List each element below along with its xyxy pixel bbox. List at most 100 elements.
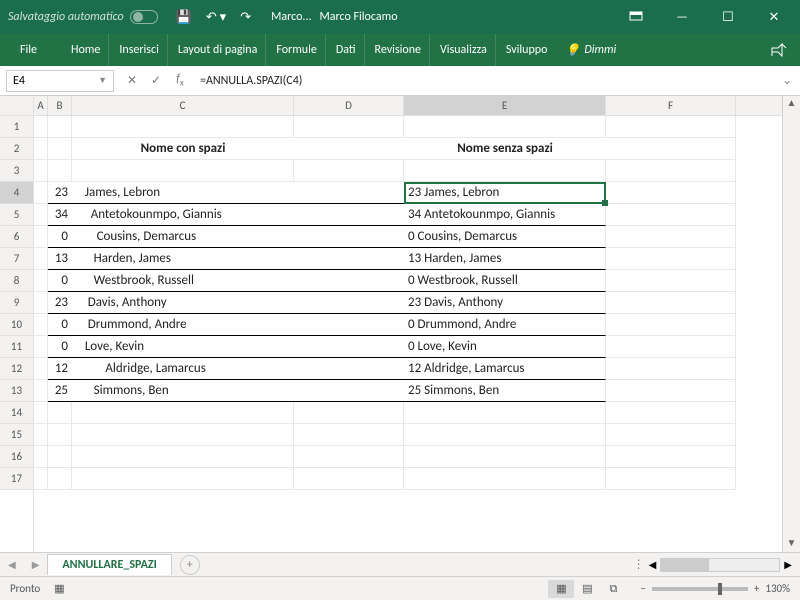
- vertical-scrollbar[interactable]: ▲ ▼: [782, 96, 800, 552]
- cell-E9[interactable]: 23 Davis, Anthony: [404, 292, 606, 314]
- cell-A9[interactable]: [34, 292, 48, 314]
- zoom-out-icon[interactable]: −: [640, 582, 645, 595]
- cell-C1[interactable]: [72, 116, 294, 138]
- col-header-B[interactable]: B: [48, 96, 72, 115]
- cell-F17[interactable]: [606, 468, 736, 490]
- column-headers[interactable]: ABCDEF: [34, 96, 782, 116]
- cell-E11[interactable]: 0 Love, Kevin: [404, 336, 606, 358]
- view-normal-icon[interactable]: ▦: [548, 580, 574, 598]
- horizontal-scrollbar[interactable]: ⋮ ◀ ▶: [633, 557, 800, 572]
- cell-A12[interactable]: [34, 358, 48, 380]
- tab-inserisci[interactable]: Inserisci: [111, 34, 167, 66]
- cell-A13[interactable]: [34, 380, 48, 402]
- cell-A4[interactable]: [34, 182, 48, 204]
- minimize-icon[interactable]: —: [664, 4, 700, 30]
- cell-A1[interactable]: [34, 116, 48, 138]
- row-header-14[interactable]: 14: [0, 402, 33, 424]
- row-header-4[interactable]: 4: [0, 182, 33, 204]
- scroll-up-icon[interactable]: ▲: [783, 96, 800, 112]
- cell-C13[interactable]: Simmons, Ben: [72, 380, 294, 402]
- cell-E3[interactable]: [404, 160, 606, 182]
- cell-A15[interactable]: [34, 424, 48, 446]
- col-header-D[interactable]: D: [294, 96, 404, 115]
- macro-rec-icon[interactable]: ▦: [54, 582, 64, 595]
- cell-E8[interactable]: 0 Westbrook, Russell: [404, 270, 606, 292]
- cell-B4[interactable]: 23: [48, 182, 72, 204]
- tab-dati[interactable]: Dati: [328, 34, 365, 66]
- scroll-down-icon[interactable]: ▼: [783, 536, 800, 552]
- cell-F8[interactable]: [606, 270, 736, 292]
- cell-E10[interactable]: 0 Drummond, Andre: [404, 314, 606, 336]
- tab-nav-prev-icon[interactable]: ◀: [0, 558, 24, 571]
- cell-D12[interactable]: [294, 358, 404, 380]
- cell-A10[interactable]: [34, 314, 48, 336]
- cell-D11[interactable]: [294, 336, 404, 358]
- cell-A11[interactable]: [34, 336, 48, 358]
- cells-area[interactable]: Nome con spazi Nome senza spazi 23 James, …: [34, 116, 782, 490]
- col-header-E[interactable]: E: [404, 96, 606, 115]
- fx-icon[interactable]: fx: [168, 72, 192, 88]
- cell-C11[interactable]: Love, Kevin: [72, 336, 294, 358]
- row-header-12[interactable]: 12: [0, 358, 33, 380]
- share-icon[interactable]: [770, 42, 788, 58]
- cell-B12[interactable]: 12: [48, 358, 72, 380]
- cell-E16[interactable]: [404, 446, 606, 468]
- cell-C4[interactable]: James, Lebron: [72, 182, 294, 204]
- cell-E14[interactable]: [404, 402, 606, 424]
- cell-E1[interactable]: [404, 116, 606, 138]
- row-header-17[interactable]: 17: [0, 468, 33, 490]
- cell-C10[interactable]: Drummond, Andre: [72, 314, 294, 336]
- accept-formula-icon[interactable]: ✓: [144, 73, 168, 88]
- cell-C8[interactable]: Westbrook, Russell: [72, 270, 294, 292]
- cell-C3[interactable]: [72, 160, 294, 182]
- cell-C14[interactable]: [72, 402, 294, 424]
- cancel-formula-icon[interactable]: ✕: [120, 73, 144, 88]
- cell-D16[interactable]: [294, 446, 404, 468]
- autosave-toggle[interactable]: Salvataggio automatico: [8, 10, 158, 24]
- col-header-A[interactable]: A: [34, 96, 48, 115]
- cell-F12[interactable]: [606, 358, 736, 380]
- cell-F1[interactable]: [606, 116, 736, 138]
- save-icon[interactable]: 💾: [176, 10, 192, 25]
- tab-formule[interactable]: Formule: [268, 34, 325, 66]
- cell-F7[interactable]: [606, 248, 736, 270]
- tell-me[interactable]: 💡 Dimmi: [565, 43, 616, 58]
- cell-F2[interactable]: [606, 138, 736, 160]
- row-header-1[interactable]: 1: [0, 116, 33, 138]
- cell-B14[interactable]: [48, 402, 72, 424]
- row-header-11[interactable]: 11: [0, 336, 33, 358]
- formula-input[interactable]: =ANNULLA.SPAZI(C4): [192, 74, 774, 88]
- cell-E12[interactable]: 12 Aldridge, Lamarcus: [404, 358, 606, 380]
- spreadsheet-grid[interactable]: 1234567891011121314151617 ABCDEF Nome co…: [0, 96, 800, 552]
- zoom-slider[interactable]: [652, 587, 748, 591]
- cell-C12[interactable]: Aldridge, Lamarcus: [72, 358, 294, 380]
- scroll-left-icon[interactable]: ◀: [649, 558, 657, 571]
- cell-B10[interactable]: 0: [48, 314, 72, 336]
- cell-C7[interactable]: Harden, James: [72, 248, 294, 270]
- cell-C2[interactable]: Nome con spazi: [72, 138, 294, 160]
- cell-D6[interactable]: [294, 226, 404, 248]
- cell-D2[interactable]: [294, 138, 404, 160]
- cell-E7[interactable]: 13 Harden, James: [404, 248, 606, 270]
- cell-E6[interactable]: 0 Cousins, Demarcus: [404, 226, 606, 248]
- cell-B17[interactable]: [48, 468, 72, 490]
- tab-home[interactable]: Home: [63, 34, 109, 66]
- cell-F4[interactable]: [606, 182, 736, 204]
- cell-D13[interactable]: [294, 380, 404, 402]
- select-all-corner[interactable]: [0, 96, 33, 116]
- cell-C15[interactable]: [72, 424, 294, 446]
- row-header-9[interactable]: 9: [0, 292, 33, 314]
- cell-E2[interactable]: Nome senza spazi: [404, 138, 606, 160]
- zoom-percent[interactable]: 130%: [765, 582, 790, 595]
- row-header-8[interactable]: 8: [0, 270, 33, 292]
- tab-sviluppo[interactable]: Sviluppo: [498, 34, 556, 66]
- cell-D10[interactable]: [294, 314, 404, 336]
- close-icon[interactable]: ✕: [756, 4, 792, 30]
- cell-F11[interactable]: [606, 336, 736, 358]
- row-header-16[interactable]: 16: [0, 446, 33, 468]
- col-header-F[interactable]: F: [606, 96, 736, 115]
- cell-C9[interactable]: Davis, Anthony: [72, 292, 294, 314]
- cell-F5[interactable]: [606, 204, 736, 226]
- row-header-3[interactable]: 3: [0, 160, 33, 182]
- scroll-right-icon[interactable]: ▶: [784, 558, 792, 571]
